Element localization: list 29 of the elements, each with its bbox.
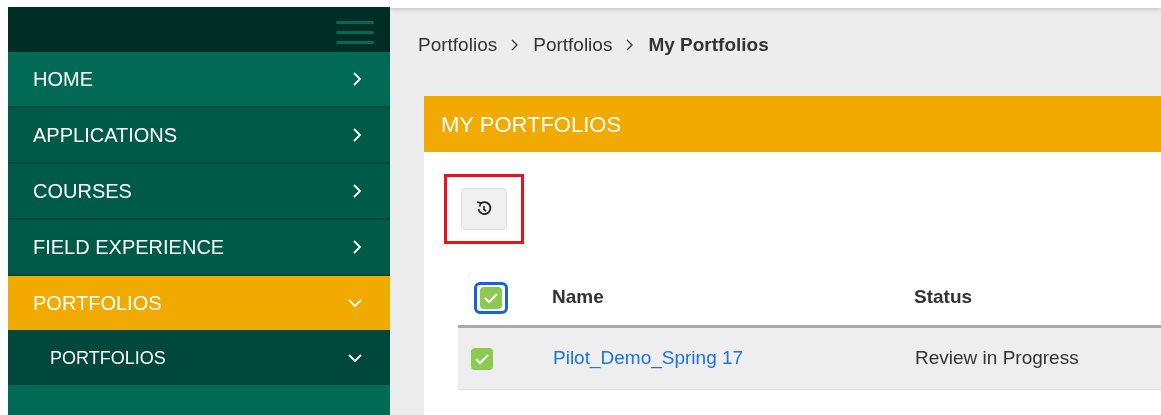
check-icon <box>483 291 499 304</box>
sidebar-item[interactable]: COURSES <box>8 164 390 220</box>
sidebar-item[interactable]: APPLICATIONS <box>8 108 390 164</box>
sidebar-item[interactable]: FIELD EXPERIENCE <box>8 220 390 276</box>
portfolio-link[interactable]: Pilot_Demo_Spring 17 <box>553 344 915 373</box>
chevron-down-icon <box>348 298 362 308</box>
column-header: Name <box>552 285 605 310</box>
checkbox[interactable] <box>471 347 493 370</box>
chevron-right-icon <box>353 184 362 198</box>
column-header: Status <box>914 285 973 310</box>
refresh-button[interactable] <box>461 188 507 230</box>
breadcrumb-current: My Portfolios <box>648 32 769 57</box>
status-text: Review in Progress <box>915 346 1079 371</box>
menu-icon[interactable] <box>336 21 374 45</box>
check-icon <box>474 352 490 365</box>
chevron-right-icon <box>353 72 362 86</box>
sidebar-item[interactable]: HOME <box>8 52 390 108</box>
panel-title: MY PORTFOLIOS <box>441 110 622 139</box>
table-row[interactable]: Pilot_Demo_Spring 17 Review in Progress <box>458 328 1161 390</box>
chevron-right-icon <box>511 39 520 51</box>
checkbox[interactable] <box>474 281 508 314</box>
chevron-right-icon <box>353 240 362 254</box>
chevron-right-icon <box>353 128 362 142</box>
breadcrumb-link[interactable]: Portfolios <box>533 30 613 60</box>
sidebar-subitem[interactable]: PORTFOLIOS <box>8 332 390 385</box>
chevron-right-icon <box>626 39 635 51</box>
chevron-down-icon <box>348 354 362 363</box>
breadcrumb-link[interactable]: Portfolios <box>418 30 498 60</box>
refresh-icon <box>475 200 493 218</box>
